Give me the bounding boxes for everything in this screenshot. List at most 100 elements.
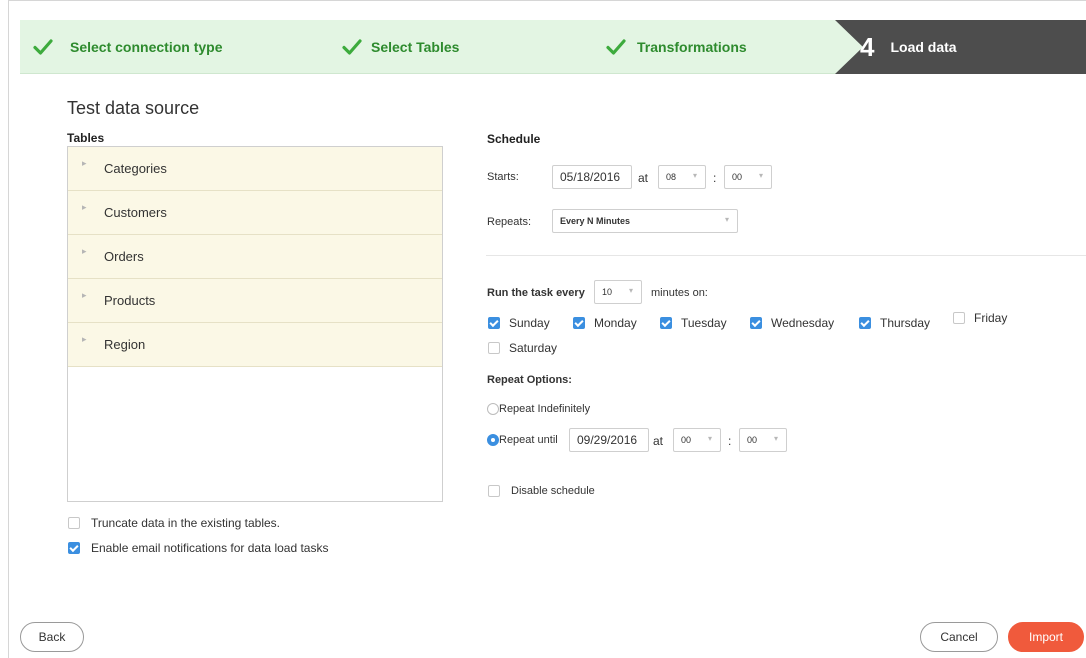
table-row-label: Region (104, 337, 146, 352)
wizard-step-label: Transformations (637, 39, 747, 55)
day-label: Saturday (509, 341, 558, 355)
wizard-step-select-tables[interactable]: Select Tables (341, 20, 459, 74)
tables-label: Tables (67, 131, 105, 145)
start-minute-value: 00 (732, 172, 743, 182)
start-date-input[interactable]: 05/18/2016 (552, 165, 632, 189)
start-minute-select[interactable]: 00 ▾ (724, 165, 772, 189)
start-hour-select[interactable]: 08 ▾ (658, 165, 706, 189)
schedule-heading: Schedule (487, 132, 541, 146)
import-button[interactable]: Import (1008, 622, 1084, 652)
wizard-step-label: Load data (890, 39, 957, 55)
day-label: Thursday (880, 316, 931, 330)
email-notifications-checkbox[interactable] (68, 542, 80, 554)
table-row-label: Products (104, 293, 156, 308)
friday-checkbox[interactable] (953, 312, 965, 324)
day-saturday[interactable]: Saturday (488, 341, 557, 355)
caret-right-icon: ▸ (82, 334, 87, 344)
minutes-on-label: minutes on: (651, 287, 708, 299)
sunday-checkbox[interactable] (488, 317, 500, 329)
start-at-label: at (638, 171, 649, 185)
day-friday[interactable]: Friday (953, 311, 1007, 325)
disable-schedule-option[interactable]: Disable schedule (488, 485, 595, 497)
table-row-products[interactable]: ▸ Products (68, 279, 442, 323)
back-button[interactable]: Back (20, 622, 84, 652)
start-hour-value: 08 (666, 172, 677, 182)
run-interval-value: 10 (602, 287, 613, 297)
repeat-until-radio[interactable] (487, 434, 499, 446)
table-row-label: Orders (104, 249, 144, 264)
caret-right-icon: ▸ (82, 202, 87, 212)
repeat-until-label: Repeat until (499, 434, 558, 446)
chevron-down-icon: ▾ (773, 434, 778, 443)
day-label: Friday (974, 311, 1008, 325)
day-label: Monday (594, 316, 637, 330)
repeats-value: Every N Minutes (560, 216, 631, 226)
repeat-until-option[interactable]: Repeat until (487, 434, 558, 446)
until-date-input[interactable]: 09/29/2016 (569, 428, 649, 452)
caret-right-icon: ▸ (82, 158, 87, 168)
caret-right-icon: ▸ (82, 246, 87, 256)
repeats-select[interactable]: Every N Minutes ▾ (552, 209, 738, 233)
checkmark-icon (606, 39, 626, 55)
wizard-steps: Select connection type Select Tables Tra… (20, 20, 1086, 74)
wizard-step-select-connection-type[interactable]: Select connection type (32, 20, 222, 74)
table-row-label: Customers (104, 205, 167, 220)
monday-checkbox[interactable] (573, 317, 585, 329)
cancel-button[interactable]: Cancel (920, 622, 998, 652)
chevron-down-icon: ▾ (707, 434, 712, 443)
table-row-region[interactable]: ▸ Region (68, 323, 442, 367)
chevron-down-icon: ▾ (692, 171, 697, 180)
wednesday-checkbox[interactable] (750, 317, 762, 329)
truncate-data-option[interactable]: Truncate data in the existing tables. (68, 516, 280, 530)
wizard-step-label: Select Tables (371, 39, 460, 55)
table-row-label: Categories (104, 161, 167, 176)
repeat-options-label: Repeat Options: (487, 374, 572, 386)
disable-schedule-label: Disable schedule (511, 485, 595, 497)
repeat-indefinitely-option[interactable]: Repeat Indefinitely (487, 403, 590, 415)
wizard-step-load-data[interactable]: 4 Load data (860, 20, 957, 74)
tables-list: ▸ Categories ▸ Customers ▸ Orders ▸ Prod… (67, 146, 443, 502)
day-wednesday[interactable]: Wednesday (750, 316, 834, 330)
run-task-every-label: Run the task every (487, 287, 585, 299)
wizard-step-number: 4 (860, 31, 875, 62)
page-title: Test data source (67, 98, 200, 118)
wizard-step-transformations[interactable]: Transformations (605, 20, 747, 74)
start-colon: : (713, 171, 717, 185)
wizard-step-label: Select connection type (70, 39, 223, 55)
checkmark-icon (342, 39, 362, 55)
repeat-indefinitely-label: Repeat Indefinitely (499, 403, 591, 415)
day-label: Wednesday (771, 316, 835, 330)
truncate-data-checkbox[interactable] (68, 517, 80, 529)
email-notifications-label: Enable email notifications for data load… (91, 541, 329, 555)
run-interval-select[interactable]: 10 ▾ (594, 280, 642, 304)
caret-right-icon: ▸ (82, 290, 87, 300)
until-hour-value: 00 (681, 435, 692, 445)
email-notifications-option[interactable]: Enable email notifications for data load… (68, 541, 328, 555)
thursday-checkbox[interactable] (859, 317, 871, 329)
until-hour-select[interactable]: 00 ▾ (673, 428, 721, 452)
table-row-categories[interactable]: ▸ Categories (68, 147, 442, 191)
table-row-customers[interactable]: ▸ Customers (68, 191, 442, 235)
day-sunday[interactable]: Sunday (488, 316, 550, 330)
starts-label: Starts: (487, 171, 519, 183)
day-monday[interactable]: Monday (573, 316, 637, 330)
chevron-down-icon: ▾ (628, 286, 633, 295)
day-label: Sunday (509, 316, 550, 330)
day-thursday[interactable]: Thursday (859, 316, 930, 330)
checkmark-icon (33, 39, 53, 55)
chevron-down-icon: ▾ (758, 171, 763, 180)
until-minute-select[interactable]: 00 ▾ (739, 428, 787, 452)
until-colon: : (728, 434, 732, 448)
repeat-indefinitely-radio[interactable] (487, 403, 499, 415)
disable-schedule-checkbox[interactable] (488, 485, 500, 497)
section-divider (486, 255, 1086, 256)
table-row-orders[interactable]: ▸ Orders (68, 235, 442, 279)
tuesday-checkbox[interactable] (660, 317, 672, 329)
day-tuesday[interactable]: Tuesday (660, 316, 727, 330)
until-at-label: at (653, 434, 664, 448)
until-minute-value: 00 (747, 435, 758, 445)
day-label: Tuesday (681, 316, 727, 330)
truncate-data-label: Truncate data in the existing tables. (91, 516, 280, 530)
chevron-down-icon: ▾ (724, 215, 729, 224)
saturday-checkbox[interactable] (488, 342, 500, 354)
